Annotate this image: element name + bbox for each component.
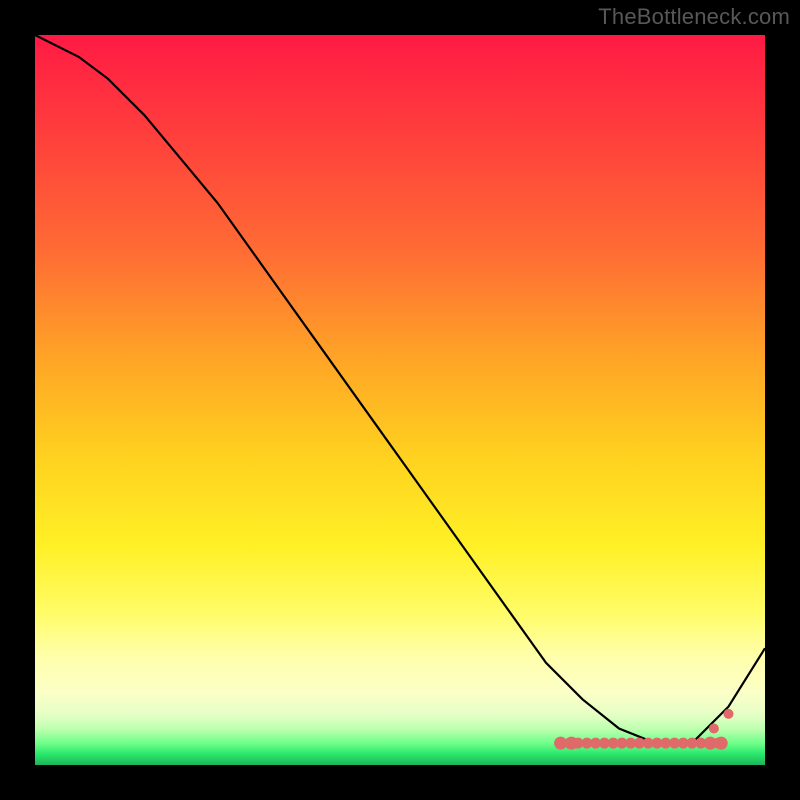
curve-marker <box>565 737 578 750</box>
curve-marker <box>709 724 719 734</box>
bottleneck-curve <box>35 35 765 743</box>
plot-area <box>35 35 765 765</box>
curve-marker <box>724 709 734 719</box>
chart-container: TheBottleneck.com <box>0 0 800 800</box>
watermark-text: TheBottleneck.com <box>598 4 790 30</box>
curve-svg <box>35 35 765 765</box>
curve-marker <box>715 737 728 750</box>
